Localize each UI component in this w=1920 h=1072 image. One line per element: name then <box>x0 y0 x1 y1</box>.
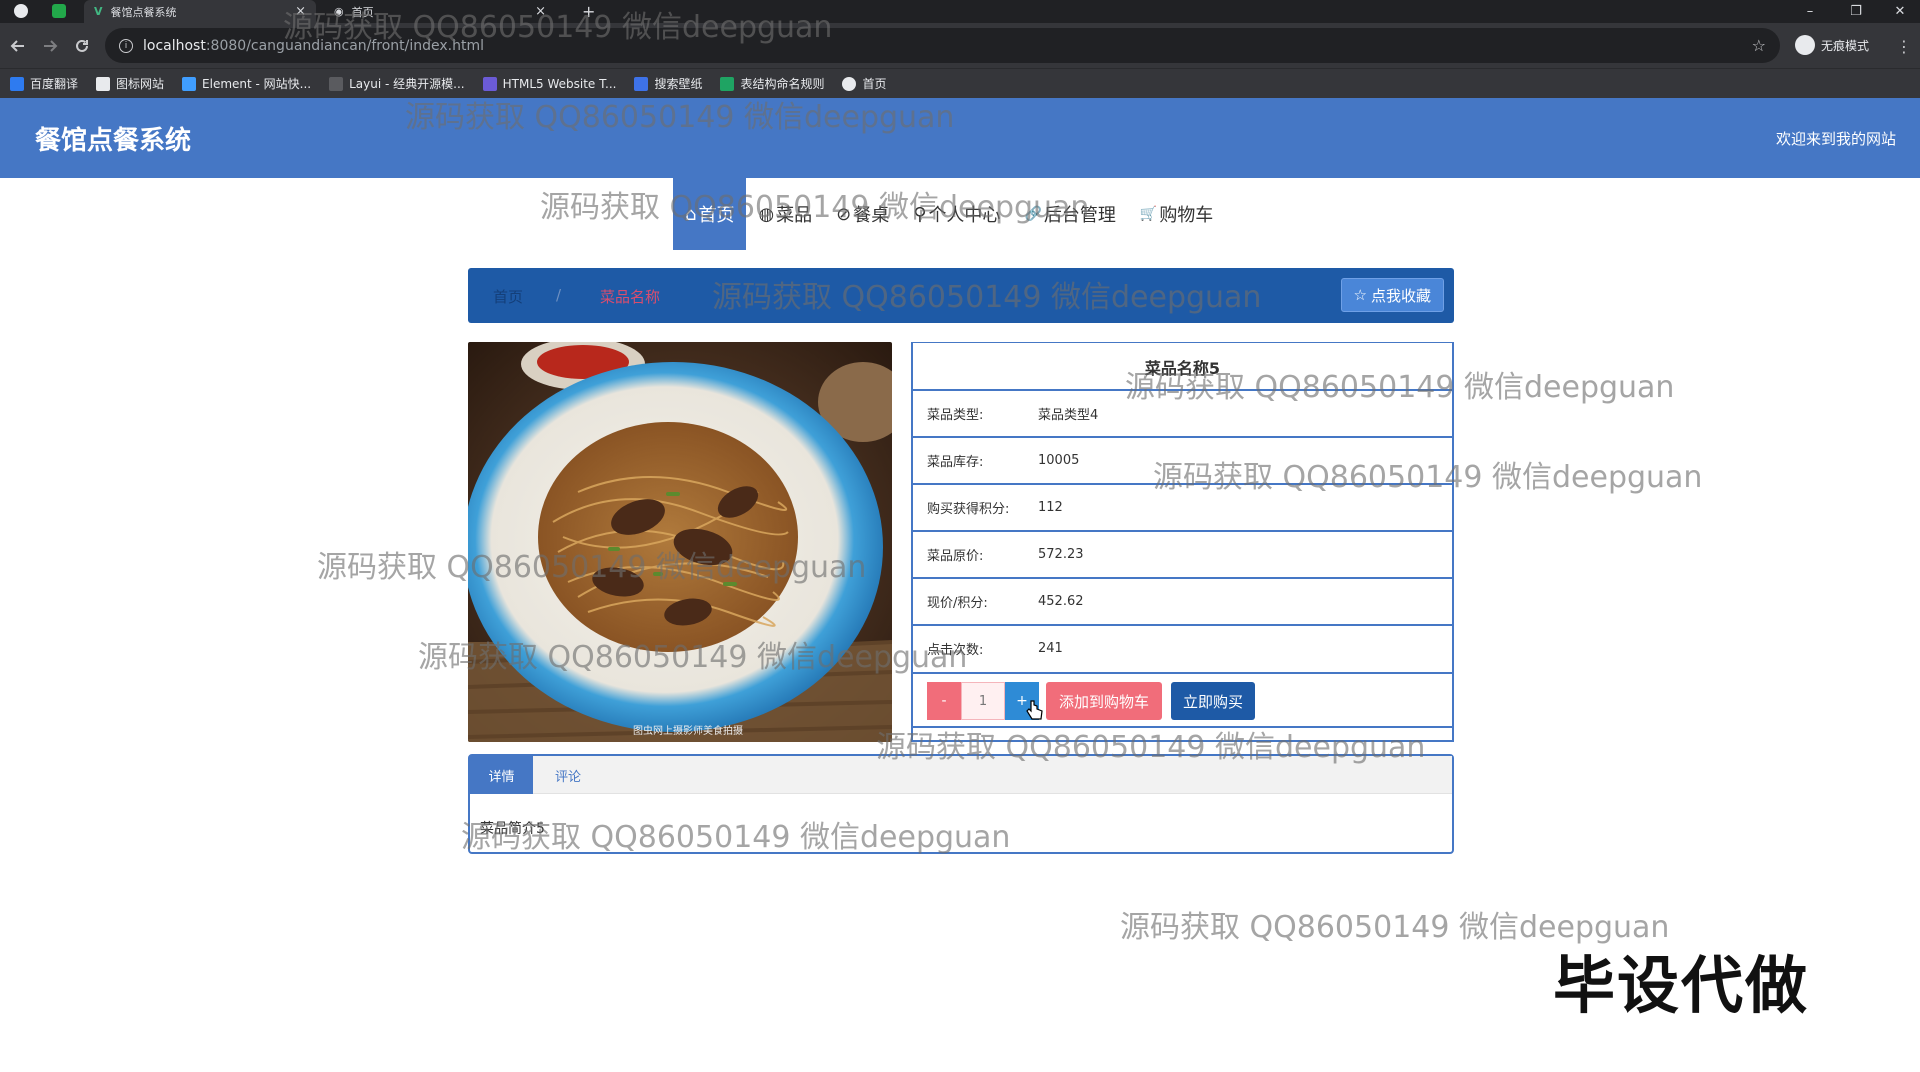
site-header: 餐馆点餐系统 欢迎来到我的网站 <box>0 98 1920 178</box>
tab-favicon-icon <box>52 4 66 18</box>
minimize-button[interactable]: – <box>1788 0 1832 23</box>
detail-tabs-panel: 详情 评论 菜品简介5 <box>468 754 1454 854</box>
tab-comments[interactable]: 评论 <box>533 756 603 794</box>
incognito-profile[interactable]: 无痕模式 <box>1795 35 1869 55</box>
image-caption: 图虫网上摄影师美食拍摄 <box>633 724 743 737</box>
detail-row-stock: 菜品库存: 10005 <box>913 436 1452 483</box>
tabs-header: 详情 评论 <box>470 756 1452 794</box>
flag-icon <box>96 76 111 91</box>
home-icon: ⌂ <box>685 203 697 225</box>
breadcrumb-current: 菜品名称 <box>600 288 661 306</box>
incognito-icon <box>1795 35 1815 55</box>
back-button[interactable] <box>6 34 30 58</box>
browser-menu-button[interactable]: ⋮ <box>1892 34 1916 58</box>
address-bar[interactable]: i localhost:8080/canguandiancan/front/in… <box>105 28 1780 63</box>
nav-admin[interactable]: 🔗 后台管理 <box>1012 178 1127 250</box>
link-icon: 🔗 <box>1024 206 1042 222</box>
main-nav: ⌂ 首页 ◍ 菜品 ⊘ 餐桌 ⚲ 个人中心 🔗 后台管理 🛒 购物车 <box>673 178 1225 250</box>
nav-dishes[interactable]: ◍ 菜品 <box>746 178 824 250</box>
page: V 餐馆点餐系统 × ◉ 首页 × + – ❐ ✕ i localhost:80… <box>0 0 1920 1072</box>
bookmark-item[interactable]: Element - 网站快... <box>182 75 311 92</box>
user-icon: ⚲ <box>913 203 927 225</box>
sheet-icon <box>720 76 735 91</box>
cart-icon: 🛒 <box>1139 206 1158 222</box>
dish-icon: ◍ <box>758 203 775 225</box>
bookmark-item[interactable]: 首页 <box>842 75 887 92</box>
noodle-dish-image: 图虫网上摄影师美食拍摄 <box>468 342 892 742</box>
bookmark-star-icon[interactable]: ☆ <box>1752 36 1766 55</box>
purchase-row: - 1 + 添加到购物车 立即购买 <box>913 672 1452 728</box>
bookmark-item[interactable]: HTML5 Website T... <box>482 76 616 91</box>
element-icon <box>182 76 197 91</box>
profile-label: 无痕模式 <box>1821 38 1870 53</box>
product-image: 图虫网上摄影师美食拍摄 <box>468 342 892 742</box>
kebab-menu-icon: ⋮ <box>1896 36 1912 56</box>
browser-logo-icon <box>14 4 28 18</box>
detail-row-type: 菜品类型: 菜品类型4 <box>913 389 1452 436</box>
browser-tab-strip: V 餐馆点餐系统 × ◉ 首页 × + – ❐ ✕ <box>0 0 1920 23</box>
nav-user-center[interactable]: ⚲ 个人中心 <box>901 178 1012 250</box>
add-to-cart-button[interactable]: 添加到购物车 <box>1046 682 1162 720</box>
hand-cursor-icon <box>1026 700 1043 720</box>
baidu-translate-icon <box>10 76 24 91</box>
detail-row-clicks: 点击次数: 241 <box>913 624 1452 671</box>
bookmark-item[interactable]: 图标网站 <box>96 75 164 92</box>
tab-close-icon[interactable]: × <box>535 4 546 19</box>
html5-icon <box>482 76 497 91</box>
breadcrumb-separator: / <box>556 286 562 304</box>
detail-row-current-price: 现价/积分: 452.62 <box>913 577 1452 624</box>
star-icon: ☆ <box>1353 286 1367 304</box>
tab-content: 菜品简介5 <box>480 821 545 837</box>
bookmark-item[interactable]: 表结构命名规则 <box>720 75 824 92</box>
quantity-input[interactable]: 1 <box>961 682 1005 720</box>
detail-row-original-price: 菜品原价: 572.23 <box>913 530 1452 577</box>
wallpaper-icon <box>634 76 649 91</box>
detail-row-points: 购买获得积分: 112 <box>913 483 1452 530</box>
tab-title: 首页 <box>351 5 374 19</box>
buy-now-button[interactable]: 立即购买 <box>1171 682 1255 720</box>
info-icon: i <box>119 38 133 53</box>
arrow-left-icon <box>10 40 24 52</box>
new-tab-button[interactable]: + <box>572 0 605 23</box>
tab-details[interactable]: 详情 <box>470 756 533 794</box>
tab-canguan[interactable]: V 餐馆点餐系统 × <box>84 0 316 23</box>
close-window-button[interactable]: ✕ <box>1878 0 1920 23</box>
url-host: localhost <box>143 37 206 54</box>
favorite-button[interactable]: ☆ 点我收藏 <box>1340 278 1444 312</box>
globe-icon: ◉ <box>334 5 344 18</box>
reload-button[interactable] <box>70 34 94 58</box>
forward-button[interactable] <box>38 34 62 58</box>
overlay-stamp: 毕设代做 <box>1553 949 1810 1022</box>
product-name: 菜品名称5 <box>1144 359 1221 378</box>
quantity-decrease-button[interactable]: - <box>927 682 961 720</box>
bookmark-item[interactable]: 百度翻译 <box>10 75 78 92</box>
table-icon: ⊘ <box>836 203 852 225</box>
nav-home[interactable]: ⌂ 首页 <box>673 178 747 250</box>
globe-icon <box>842 76 857 91</box>
layui-icon <box>329 76 344 91</box>
breadcrumb-home[interactable]: 首页 <box>493 286 523 307</box>
tab-title: 餐馆点餐系统 <box>110 5 177 19</box>
bookmarks-bar: 百度翻译 图标网站 Element - 网站快... Layui - 经典开源模… <box>0 68 1920 98</box>
site-title: 餐馆点餐系统 <box>35 126 192 156</box>
reload-icon <box>76 39 88 52</box>
tab-home[interactable]: ◉ 首页 × <box>324 0 556 23</box>
welcome-text: 欢迎来到我的网站 <box>1775 130 1896 148</box>
plus-icon: + <box>582 2 596 21</box>
browser-toolbar: i localhost:8080/canguandiancan/front/in… <box>0 23 1920 68</box>
nav-tables[interactable]: ⊘ 餐桌 <box>824 178 901 250</box>
product-detail-card: 菜品名称5 菜品类型: 菜品类型4 菜品库存: 10005 购买获得积分: 112 菜… <box>911 342 1454 742</box>
vue-logo-icon: V <box>94 5 103 18</box>
arrow-right-icon <box>44 40 58 52</box>
bookmark-item[interactable]: Layui - 经典开源模... <box>329 75 465 92</box>
url-path: :8080/canguandiancan/front/index.html <box>205 37 485 54</box>
bookmark-item[interactable]: 搜索壁纸 <box>634 75 702 92</box>
restore-button[interactable]: ❐ <box>1834 0 1878 23</box>
breadcrumb: 首页 / 菜品名称 ☆ 点我收藏 <box>468 268 1454 323</box>
nav-cart[interactable]: 🛒 购物车 <box>1128 178 1225 250</box>
tab-close-icon[interactable]: × <box>295 4 306 19</box>
